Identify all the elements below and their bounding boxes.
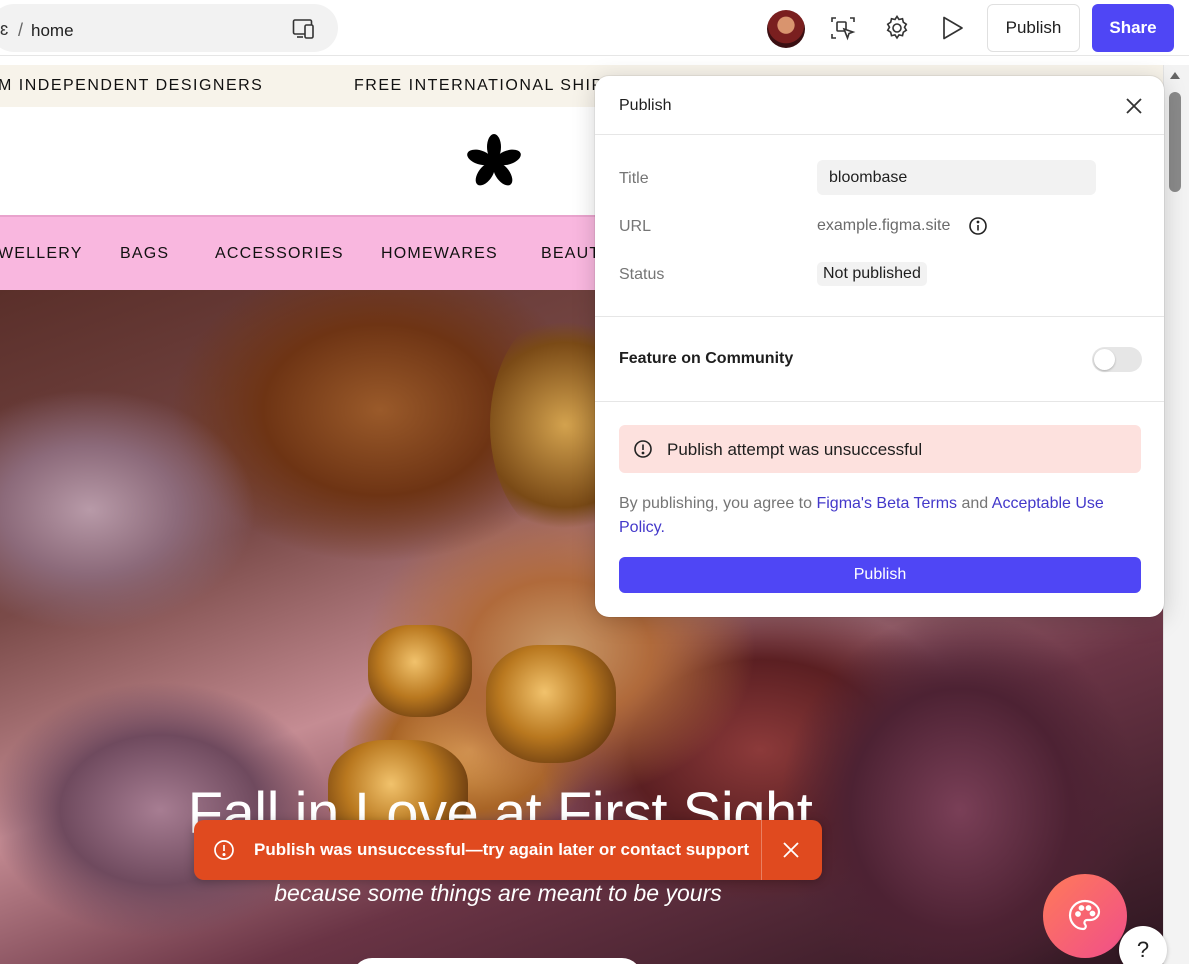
breadcrumb-truncated: ɛ: [0, 19, 9, 39]
page-name: home: [31, 21, 74, 40]
publish-button[interactable]: Publish: [987, 4, 1080, 52]
nav-item-bags[interactable]: BAGS: [120, 245, 169, 263]
toggle-knob: [1094, 349, 1115, 370]
device-preview-icon[interactable]: [292, 18, 316, 40]
error-toast: Publish was unsuccessful—try again later…: [194, 820, 822, 880]
breadcrumb-separator: /: [18, 20, 24, 40]
figma-sites-window: ɛ / home Publish Share M INDEPENDENT DES…: [0, 0, 1189, 964]
feature-community-toggle[interactable]: [1092, 347, 1142, 372]
scrollbar[interactable]: [1163, 65, 1189, 964]
nav-item-beauty[interactable]: BEAUT: [541, 245, 600, 263]
error-banner: Publish attempt was unsuccessful: [619, 425, 1141, 473]
url-label: URL: [619, 218, 652, 235]
hero-subtitle: because some things are meant to be your…: [274, 880, 722, 906]
play-icon[interactable]: [938, 14, 966, 42]
theme-palette-button[interactable]: [1043, 874, 1127, 958]
nav-item-homewares[interactable]: HOMEWARES: [381, 245, 498, 263]
dialog-title: Publish: [619, 97, 672, 114]
nav-item-jewellery[interactable]: WELLERY: [0, 245, 83, 263]
hero-cta-button[interactable]: [352, 958, 642, 964]
error-message: Publish attempt was unsuccessful: [667, 440, 923, 459]
decor-heart: [486, 645, 616, 763]
toast-divider: [761, 820, 762, 880]
gear-icon[interactable]: [883, 14, 911, 42]
flower-logo-icon[interactable]: [463, 131, 525, 193]
terms-text: By publishing, you agree to Figma's Beta…: [619, 492, 1139, 540]
title-label: Title: [619, 170, 649, 187]
info-icon[interactable]: [968, 216, 988, 236]
close-icon[interactable]: [1125, 97, 1143, 115]
ticker-item: M INDEPENDENT DESIGNERS: [0, 77, 264, 94]
nav-item-accessories[interactable]: ACCESSORIES: [215, 245, 344, 263]
scrollbar-thumb[interactable]: [1169, 92, 1181, 192]
decor-heart: [368, 625, 472, 717]
user-avatar[interactable]: [767, 10, 805, 48]
status-label: Status: [619, 266, 665, 283]
dialog-publish-button[interactable]: Publish: [619, 557, 1141, 593]
divider: [595, 316, 1164, 317]
url-value: example.figma.site: [817, 217, 951, 234]
inspect-icon[interactable]: [829, 14, 857, 42]
top-toolbar: ɛ / home Publish Share: [0, 0, 1189, 56]
alert-icon: [633, 439, 653, 459]
terms-middle: and: [961, 495, 989, 512]
title-input[interactable]: bloombase: [817, 160, 1096, 195]
palette-icon: [1068, 899, 1101, 931]
close-icon[interactable]: [782, 841, 800, 859]
share-button[interactable]: Share: [1092, 4, 1174, 52]
ticker-item: FREE INTERNATIONAL SHIPP: [354, 77, 616, 94]
feature-community-label: Feature on Community: [619, 350, 794, 367]
beta-terms-link[interactable]: Figma's Beta Terms: [816, 495, 957, 512]
alert-icon: [213, 839, 235, 861]
page-path-bar[interactable]: ɛ / home: [0, 4, 338, 52]
status-badge: Not published: [817, 262, 927, 286]
toast-message: Publish was unsuccessful—try again later…: [254, 840, 750, 859]
publish-dialog: Publish Title bloombase URL example.figm…: [595, 76, 1164, 617]
scroll-up-arrow-icon[interactable]: [1170, 72, 1180, 79]
terms-prefix: By publishing, you agree to: [619, 495, 813, 512]
terms-suffix: .: [660, 519, 665, 536]
divider: [595, 401, 1164, 402]
dialog-header: Publish: [595, 76, 1164, 135]
